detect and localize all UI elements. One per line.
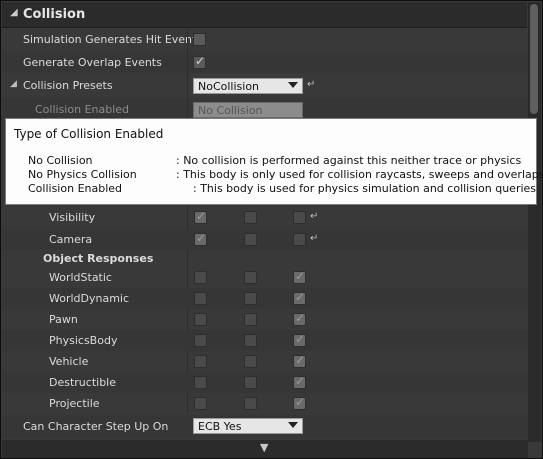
pawn-overlap-checkbox[interactable] [244, 313, 257, 326]
physicsbody-label: PhysicsBody [49, 334, 118, 347]
property-row-sim-hit: Simulation Generates Hit Events [2, 29, 528, 50]
worlddynamic-overlap-checkbox[interactable] [244, 292, 257, 305]
overlap-label: Generate Overlap Events [23, 56, 162, 69]
tooltip-option-name: Collision Enabled [28, 182, 123, 195]
collision-enabled-dropdown[interactable]: No Collision [193, 102, 303, 118]
worldstatic-block-checkbox[interactable]: ✓ [293, 269, 306, 284]
checkmark-icon: ✓ [295, 332, 306, 346]
worldstatic-overlap-checkbox[interactable] [244, 271, 257, 284]
tooltip-option-name: No Physics Collision [28, 168, 137, 181]
destructible-overlap-checkbox[interactable] [244, 376, 257, 389]
tooltip-option-desc: : This body is used for physics simulati… [193, 182, 537, 195]
worlddynamic-block-checkbox[interactable]: ✓ [293, 290, 306, 305]
checkmark-icon: ✓ [196, 231, 207, 245]
destructible-block-checkbox[interactable]: ✓ [293, 374, 306, 389]
property-row-collision-enabled: Collision Enabled No Collision [2, 98, 528, 118]
reset-to-default-icon[interactable]: ↵ [310, 233, 318, 244]
checkmark-icon: ✓ [295, 269, 306, 283]
collision-enabled-label: Collision Enabled [35, 103, 130, 116]
overlap-checkbox[interactable]: ✓ [193, 54, 206, 69]
physicsbody-overlap-checkbox[interactable] [244, 334, 257, 347]
tooltip-option-desc: : This body is only used for collision r… [176, 168, 543, 181]
worldstatic-ignore-checkbox[interactable] [194, 271, 207, 284]
expand-chevron-icon[interactable]: ▼ [260, 441, 268, 454]
property-row-overlap: Generate Overlap Events ✓ [2, 52, 528, 73]
object-row-worldstatic: WorldStatic ✓ [2, 267, 528, 288]
object-row-projectile: Projectile ✓ [2, 393, 528, 414]
camera-overlap-checkbox[interactable] [244, 233, 257, 246]
tooltip-option-name: No Collision [28, 154, 93, 167]
worlddynamic-label: WorldDynamic [49, 292, 130, 305]
projectile-ignore-checkbox[interactable] [194, 397, 207, 410]
vehicle-block-checkbox[interactable]: ✓ [293, 353, 306, 368]
tooltip-option-desc: : No collision is performed against this… [176, 154, 522, 167]
worlddynamic-ignore-checkbox[interactable] [194, 292, 207, 305]
camera-label: Camera [49, 233, 93, 246]
destructible-ignore-checkbox[interactable] [194, 376, 207, 389]
visibility-overlap-checkbox[interactable] [244, 211, 257, 224]
camera-ignore-checkbox[interactable]: ✓ [194, 231, 207, 246]
checkmark-icon: ✓ [295, 395, 306, 409]
sim-hit-label: Simulation Generates Hit Events [23, 33, 203, 46]
checkmark-icon: ✓ [196, 209, 207, 223]
collision-enabled-value: No Collision [198, 104, 263, 117]
step-up-value: ECB Yes [198, 420, 242, 433]
dropdown-arrow-icon [288, 422, 298, 428]
physicsbody-ignore-checkbox[interactable] [194, 334, 207, 347]
visibility-ignore-checkbox[interactable]: ✓ [194, 209, 207, 224]
destructible-label: Destructible [49, 376, 116, 389]
vehicle-overlap-checkbox[interactable] [244, 355, 257, 368]
pawn-block-checkbox[interactable]: ✓ [293, 311, 306, 326]
property-row-step-up: Can Character Step Up On ECB Yes [2, 415, 528, 438]
reset-to-default-icon[interactable]: ↵ [307, 79, 315, 90]
projectile-label: Projectile [49, 397, 100, 410]
object-row-vehicle: Vehicle ✓ [2, 351, 528, 372]
dropdown-arrow-icon [288, 82, 298, 88]
collapse-triangle-icon[interactable]: ◢ [10, 7, 18, 18]
object-responses-title: Object Responses [43, 252, 154, 265]
checkmark-icon: ✓ [295, 311, 306, 325]
physicsbody-block-checkbox[interactable]: ✓ [293, 332, 306, 347]
vehicle-ignore-checkbox[interactable] [194, 355, 207, 368]
object-row-physicsbody: PhysicsBody ✓ [2, 330, 528, 351]
checkmark-icon: ✓ [295, 374, 306, 388]
scrollbar-thumb[interactable] [530, 4, 538, 114]
object-responses-header: Object Responses [2, 250, 528, 268]
object-row-worlddynamic: WorldDynamic ✓ [2, 288, 528, 309]
trace-row-visibility: Visibility ✓ ↵ [2, 207, 528, 228]
presets-label: Collision Presets [23, 79, 113, 92]
camera-block-checkbox[interactable] [293, 233, 306, 246]
sim-hit-checkbox[interactable] [193, 33, 206, 46]
step-up-dropdown[interactable]: ECB Yes [193, 418, 303, 434]
details-panel: ◢ Collision Simulation Generates Hit Eve… [0, 0, 543, 459]
section-title: Collision [23, 7, 86, 22]
tooltip: Type of Collision Enabled No Collision :… [5, 118, 542, 205]
trace-row-camera: Camera ✓ ↵ [2, 229, 528, 250]
expand-triangle-icon[interactable]: ◢ [10, 79, 17, 89]
presets-value: NoCollision [198, 80, 260, 93]
object-row-destructible: Destructible ✓ [2, 372, 528, 393]
visibility-block-checkbox[interactable] [293, 211, 306, 224]
checkmark-icon: ✓ [295, 290, 306, 304]
collision-section-header[interactable]: ◢ Collision [2, 2, 527, 28]
projectile-block-checkbox[interactable]: ✓ [293, 395, 306, 410]
step-up-label: Can Character Step Up On [23, 420, 169, 433]
object-row-pawn: Pawn ✓ [2, 309, 528, 330]
advanced-expand-bar[interactable]: ▼ [2, 440, 528, 458]
vehicle-label: Vehicle [49, 355, 89, 368]
pawn-ignore-checkbox[interactable] [194, 313, 207, 326]
visibility-label: Visibility [49, 211, 96, 224]
projectile-overlap-checkbox[interactable] [244, 397, 257, 410]
tooltip-title: Type of Collision Enabled [14, 127, 164, 141]
checkmark-icon: ✓ [195, 54, 206, 68]
worldstatic-label: WorldStatic [49, 271, 112, 284]
reset-to-default-icon[interactable]: ↵ [310, 211, 318, 222]
presets-dropdown[interactable]: NoCollision [193, 78, 303, 94]
checkmark-icon: ✓ [295, 353, 306, 367]
property-row-presets: ◢ Collision Presets NoCollision ↵ [2, 75, 528, 96]
pawn-label: Pawn [49, 313, 78, 326]
